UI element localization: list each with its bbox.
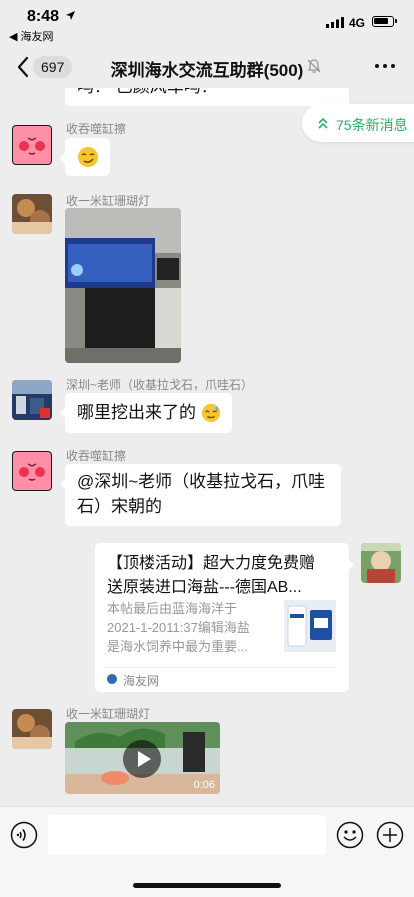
link-title: 【顶楼活动】超大力度免费赠 送原装进口海盐---德国AB...	[107, 555, 316, 596]
message-bubble[interactable]: 哪里挖出来了的	[60, 393, 232, 433]
sender-name: 收一米缸珊瑚灯	[66, 707, 151, 721]
battery-icon	[372, 16, 397, 27]
chat-header: 697 深圳海水交流互助群(500)	[0, 46, 414, 88]
message-text: 哪里挖出来了的	[77, 403, 196, 422]
avatar[interactable]	[12, 125, 52, 165]
link-card[interactable]: 【顶楼活动】超大力度免费赠 送原装进口海盐---德国AB... 本帖最后由蓝海海…	[95, 543, 354, 692]
status-bar: 8:48 ◀ 海友网 4G	[0, 0, 414, 46]
video-duration: 0:06	[193, 779, 215, 791]
sweat-emoji-icon	[201, 403, 221, 423]
source-logo-icon	[107, 674, 117, 684]
more-options-icon[interactable]	[375, 64, 395, 70]
coral-photo-avatar	[12, 194, 52, 234]
aquarium-photo-image	[65, 208, 181, 363]
message-text-line: @深圳~老师（收基拉戈石，爪哇	[77, 472, 326, 491]
avatar[interactable]	[12, 709, 52, 749]
network-type: 4G	[349, 16, 366, 30]
new-messages-pill[interactable]: 75条新消息	[302, 104, 414, 142]
muted-bell-icon	[307, 59, 321, 73]
coral-photo-avatar	[12, 709, 52, 749]
plus-icon[interactable]	[376, 821, 404, 849]
avatar[interactable]	[361, 543, 401, 583]
sender-name: 收一米缸珊瑚灯	[66, 194, 151, 208]
message-text: 吗？ 已颜风车吗？	[77, 88, 218, 96]
teacher-photo-avatar	[12, 380, 52, 420]
voice-input-icon[interactable]	[10, 821, 38, 849]
sender-name: 收吞噬缸擦	[66, 449, 127, 463]
emoji-icon[interactable]	[336, 821, 364, 849]
message-input[interactable]	[48, 815, 326, 855]
home-indicator	[133, 883, 281, 888]
signal-icon	[326, 17, 344, 28]
video-message[interactable]: 0:06	[65, 722, 220, 794]
divider	[107, 667, 337, 668]
group-title: 深圳海水交流互助群(500)	[110, 61, 304, 80]
sender-name: 深圳~老师（收基拉戈石，爪哇石）	[66, 378, 254, 392]
status-time: 8:48	[27, 8, 60, 25]
message-bubble[interactable]	[60, 138, 110, 176]
pink-face-avatar-icon	[13, 452, 51, 490]
sea-salt-product-image	[284, 600, 336, 652]
double-chevron-up-icon	[318, 117, 328, 129]
link-thumbnail	[284, 600, 336, 652]
message-bubble[interactable]: 吗？ 已颜风车吗？	[65, 88, 349, 106]
link-source: 海友网	[123, 674, 160, 688]
sender-name: 收吞噬缸擦	[66, 122, 127, 136]
link-description: 本帖最后由蓝海海洋于 2021-1-2011:37编辑海盐 是海水饲养中最为重要…	[107, 601, 250, 654]
aquarium-photo[interactable]	[65, 208, 181, 363]
avatar[interactable]	[12, 451, 52, 491]
play-icon	[138, 751, 151, 767]
new-messages-label: 75条新消息	[336, 117, 408, 133]
pink-face-avatar-icon	[13, 126, 51, 164]
message-bubble[interactable]: @深圳~老师（收基拉戈石，爪哇 石）宋朝的	[60, 464, 341, 526]
back-to-app-link[interactable]: ◀ 海友网	[9, 28, 54, 44]
play-button[interactable]	[123, 740, 161, 778]
message-text-line: 石）宋朝的	[77, 497, 162, 516]
avatar[interactable]	[12, 194, 52, 234]
avatar[interactable]	[12, 380, 52, 420]
location-arrow-icon	[66, 11, 75, 20]
chat-area[interactable]: 吗？ 已颜风车吗？ 收吞噬缸擦 收一米缸珊瑚灯	[0, 88, 414, 806]
smirk-emoji-icon	[78, 147, 98, 167]
self-photo-avatar	[361, 543, 401, 583]
